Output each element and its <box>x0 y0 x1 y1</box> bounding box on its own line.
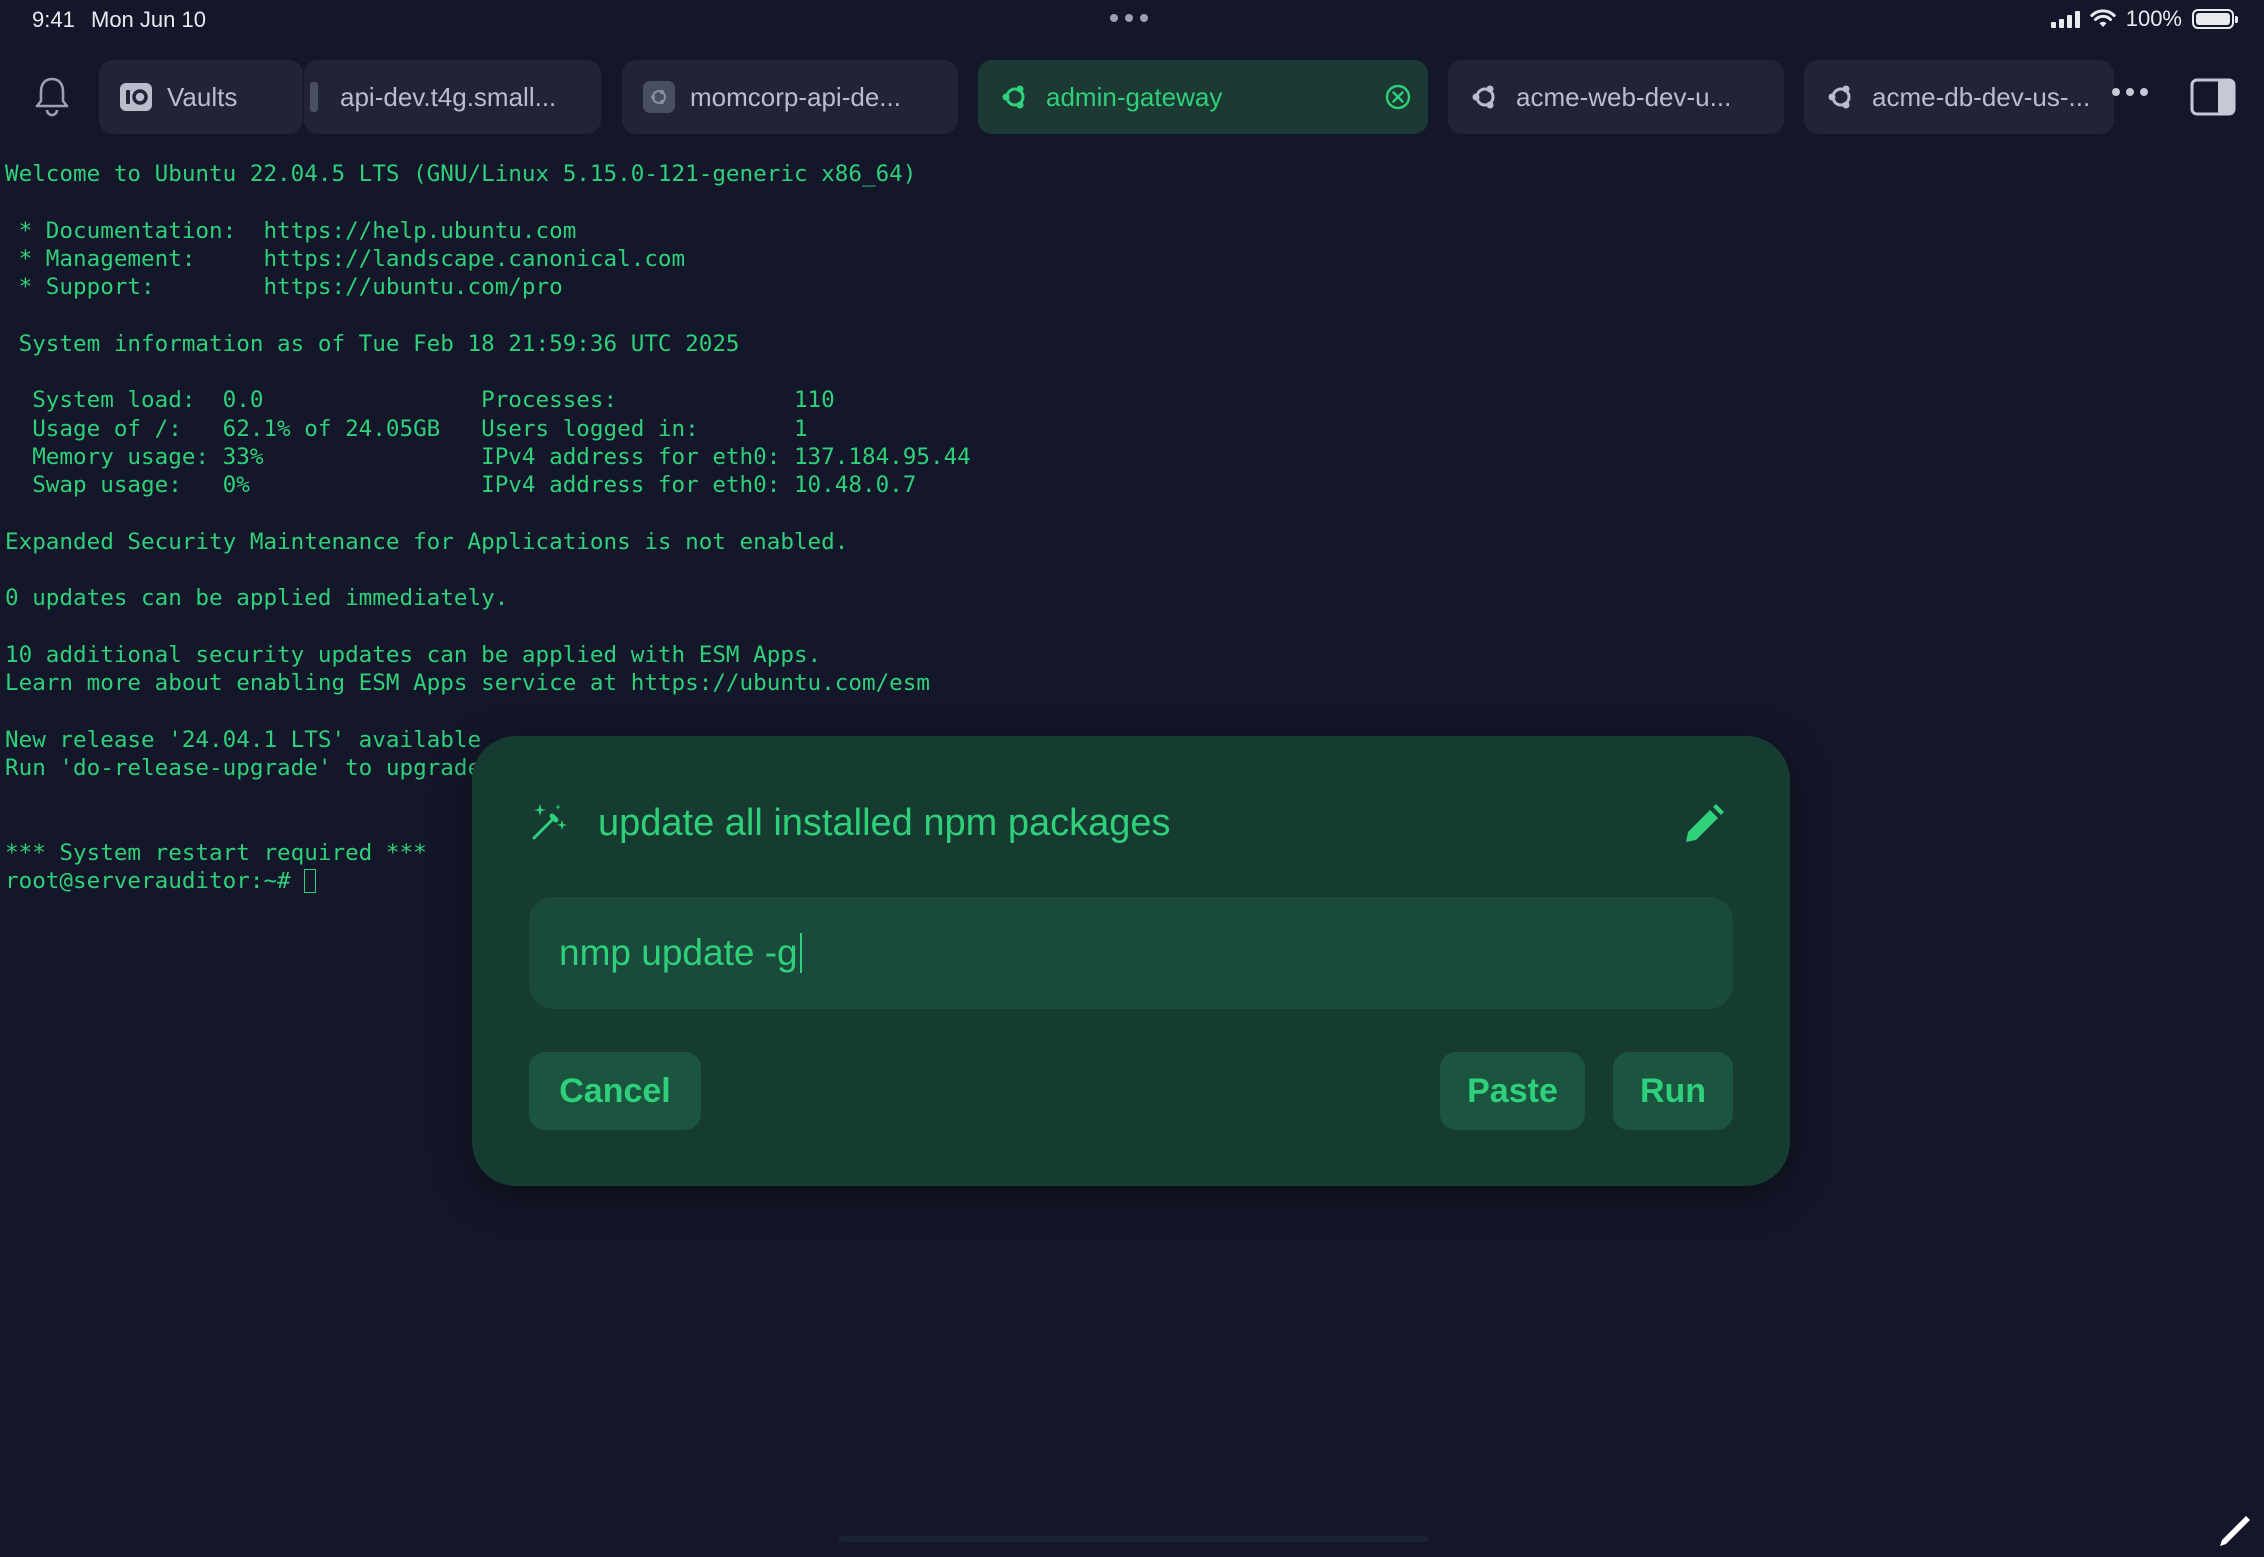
pencil-icon[interactable] <box>2216 1510 2256 1550</box>
tab-admin-gateway[interactable]: admin-gateway <box>978 60 1428 134</box>
tab-momcorp-api[interactable]: momcorp-api-de... <box>622 60 958 134</box>
ubuntu-icon <box>1472 85 1495 109</box>
terminal-line: * Documentation: https://help.ubuntu.com <box>5 217 577 244</box>
status-right: 100% <box>2050 6 2238 32</box>
command-text: nmp update -g <box>559 932 798 973</box>
terminal-line: Welcome to Ubuntu 22.04.5 LTS (GNU/Linux… <box>5 161 917 187</box>
magic-wand-icon <box>532 804 567 840</box>
terminal-prompt: root@serverauditor:~# <box>5 868 305 895</box>
run-button[interactable]: Run <box>1613 1052 1733 1130</box>
tab-api-dev[interactable]: api-dev.t4g.small... <box>304 60 601 134</box>
paste-button[interactable]: Paste <box>1440 1052 1585 1130</box>
screen: 9:41 Mon Jun 10 100% Vaults api-dev.t4g.… <box>0 0 2264 1557</box>
bell-icon[interactable] <box>32 74 72 118</box>
home-indicator[interactable] <box>838 1536 1428 1542</box>
tab-vaults[interactable]: Vaults <box>99 60 303 134</box>
cancel-button[interactable]: Cancel <box>529 1052 701 1130</box>
multitasking-dots-icon[interactable] <box>1110 14 1148 22</box>
terminal-line: New release '24.04.1 LTS' available <box>5 726 482 753</box>
battery-icon <box>2192 9 2238 29</box>
tab-label: admin-gateway <box>1046 81 1223 112</box>
text-caret <box>799 933 802 973</box>
battery-percent: 100% <box>2125 6 2182 31</box>
terminal-line: 0 updates can be applied immediately. <box>5 585 509 612</box>
ubuntu-icon <box>1828 85 1851 109</box>
tab-edge-icon <box>310 82 318 112</box>
terminal-line: Learn more about enabling ESM Apps servi… <box>5 670 930 697</box>
more-tabs-icon[interactable] <box>2112 88 2148 96</box>
tab-label: api-dev.t4g.small... <box>340 81 557 112</box>
pencil-edit-icon[interactable] <box>1680 802 1726 848</box>
close-tab-icon[interactable] <box>1384 83 1412 111</box>
terminal-line: 10 additional security updates can be ap… <box>5 642 822 669</box>
terminal-line: * Support: https://ubuntu.com/pro <box>5 274 563 301</box>
terminal-line: System information as of Tue Feb 18 21:5… <box>5 330 740 357</box>
status-bar: 9:41 Mon Jun 10 100% <box>0 0 2264 44</box>
server-icon <box>643 81 675 113</box>
tab-label: acme-web-dev-u... <box>1516 81 1732 112</box>
dialog-title: update all installed npm packages <box>598 802 1171 844</box>
tab-acme-web-dev[interactable]: acme-web-dev-u... <box>1448 60 1784 134</box>
terminal-line: Usage of /: 62.1% of 24.05GB Users logge… <box>5 415 808 442</box>
terminal-line: Run 'do-release-upgrade' to upgrade <box>5 755 482 782</box>
signal-icon <box>2050 10 2080 28</box>
vault-icon <box>120 83 152 111</box>
terminal-line: Memory usage: 33% IPv4 address for eth0:… <box>5 443 971 470</box>
tab-label: Vaults <box>167 81 238 112</box>
ubuntu-icon <box>1002 85 1025 109</box>
tab-acme-db-dev[interactable]: acme-db-dev-us-... <box>1804 60 2114 134</box>
terminal-line: *** System restart required *** <box>5 840 427 867</box>
tab-label: momcorp-api-de... <box>690 81 901 112</box>
terminal-line: * Management: https://landscape.canonica… <box>5 245 686 272</box>
tab-label: acme-db-dev-us-... <box>1872 81 2091 112</box>
sidebar-toggle-icon[interactable] <box>2190 78 2236 116</box>
status-date: Mon Jun 10 <box>91 7 206 32</box>
terminal-line: System load: 0.0 Processes: 110 <box>5 387 835 414</box>
terminal-line: Swap usage: 0% IPv4 address for eth0: 10… <box>5 472 917 499</box>
terminal-cursor <box>304 869 317 894</box>
terminal-line: Expanded Security Maintenance for Applic… <box>5 528 849 555</box>
ai-command-dialog: update all installed npm packages nmp up… <box>472 736 1790 1186</box>
wifi-icon <box>2090 9 2116 27</box>
status-time: 9:41 <box>32 7 75 32</box>
command-input[interactable]: nmp update -g <box>529 897 1733 1009</box>
